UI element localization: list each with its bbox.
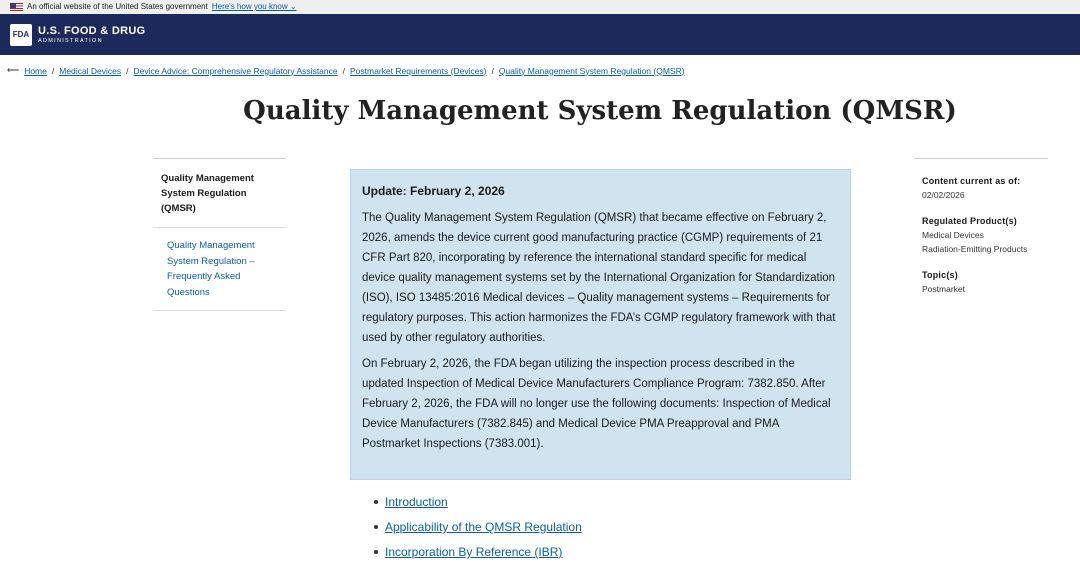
bullet-icon — [374, 525, 378, 529]
bullet-icon — [374, 550, 378, 554]
breadcrumb-device-advice[interactable]: Device Advice: Comprehensive Regulatory … — [134, 66, 338, 76]
breadcrumb-separator: / — [51, 65, 55, 76]
regulated-products-label: Regulated Product(s) — [922, 216, 1018, 226]
agency-name-line1: U.S. FOOD & DRUG — [38, 24, 146, 37]
site-header: FDA U.S. FOOD & DRUG ADMINISTRATION — [0, 14, 1080, 55]
regulated-products-group: Regulated Product(s) Medical Devices Rad… — [922, 214, 1040, 256]
breadcrumb-home[interactable]: Home — [24, 66, 47, 76]
us-flag-icon — [10, 3, 23, 11]
regulated-product: Radiation-Emitting Products — [922, 244, 1028, 254]
content-metadata: Content current as of: 02/02/2026 Regula… — [914, 158, 1048, 308]
agency-name-line2: ADMINISTRATION — [38, 37, 103, 44]
topic-value: Postmarket — [922, 284, 965, 294]
side-navigation: Quality Management System Regulation (QM… — [153, 158, 286, 311]
callout-heading: Update: February 2, 2026 — [362, 184, 505, 198]
sidenav-current-item[interactable]: Quality Management System Regulation (QM… — [153, 159, 286, 228]
toc-link-ibr[interactable]: Incorporation By Reference (IBR) — [385, 544, 562, 560]
breadcrumb-separator: / — [342, 65, 345, 76]
toc-link-introduction[interactable]: Introduction — [385, 494, 448, 510]
fda-logo-icon[interactable]: FDA — [10, 23, 32, 46]
table-of-contents: Introduction Applicability of the QMSR R… — [374, 494, 582, 562]
breadcrumb-qmsr[interactable]: Quality Management System Regulation (QM… — [499, 66, 685, 76]
sidenav-sub-item-faq[interactable]: Quality Management System Regulation – F… — [153, 228, 286, 310]
toc-item: Applicability of the QMSR Regulation — [374, 519, 582, 535]
heres-how-you-know-link[interactable]: Here's how you know ⌄ — [212, 0, 297, 14]
callout-paragraph: The Quality Management System Regulation… — [362, 212, 836, 344]
callout-paragraph: On February 2, 2026, the FDA began utili… — [362, 358, 831, 450]
regulated-product: Medical Devices — [922, 230, 984, 240]
breadcrumb: ⟵ Home / Medical Devices / Device Advice… — [7, 65, 685, 76]
back-arrow-icon: ⟵ — [7, 65, 20, 75]
content-current-date: 02/02/2026 — [922, 190, 965, 200]
sidenav-faq-link[interactable]: Quality Management System Regulation – F… — [167, 240, 255, 298]
breadcrumb-postmarket[interactable]: Postmarket Requirements (Devices) — [350, 66, 487, 76]
content-current-group: Content current as of: 02/02/2026 — [922, 174, 1040, 202]
toc-item: Introduction — [374, 494, 582, 510]
topics-group: Topic(s) Postmarket — [922, 268, 1040, 296]
content-current-label: Content current as of: — [922, 176, 1021, 186]
agency-name[interactable]: U.S. FOOD & DRUG ADMINISTRATION — [38, 25, 145, 45]
gov-banner-text: An official website of the United States… — [27, 2, 208, 11]
topics-label: Topic(s) — [922, 270, 958, 280]
toc-link-applicability[interactable]: Applicability of the QMSR Regulation — [385, 519, 582, 535]
breadcrumb-medical-devices[interactable]: Medical Devices — [59, 66, 121, 76]
breadcrumb-separator: / — [491, 65, 494, 76]
page-title: Quality Management System Regulation (QM… — [243, 96, 957, 126]
toc-item: Incorporation By Reference (IBR) — [374, 544, 582, 560]
update-callout: Update: February 2, 2026 The Quality Man… — [350, 169, 851, 480]
breadcrumb-separator: / — [126, 65, 129, 76]
gov-banner: An official website of the United States… — [0, 0, 1080, 14]
bullet-icon — [374, 500, 378, 504]
